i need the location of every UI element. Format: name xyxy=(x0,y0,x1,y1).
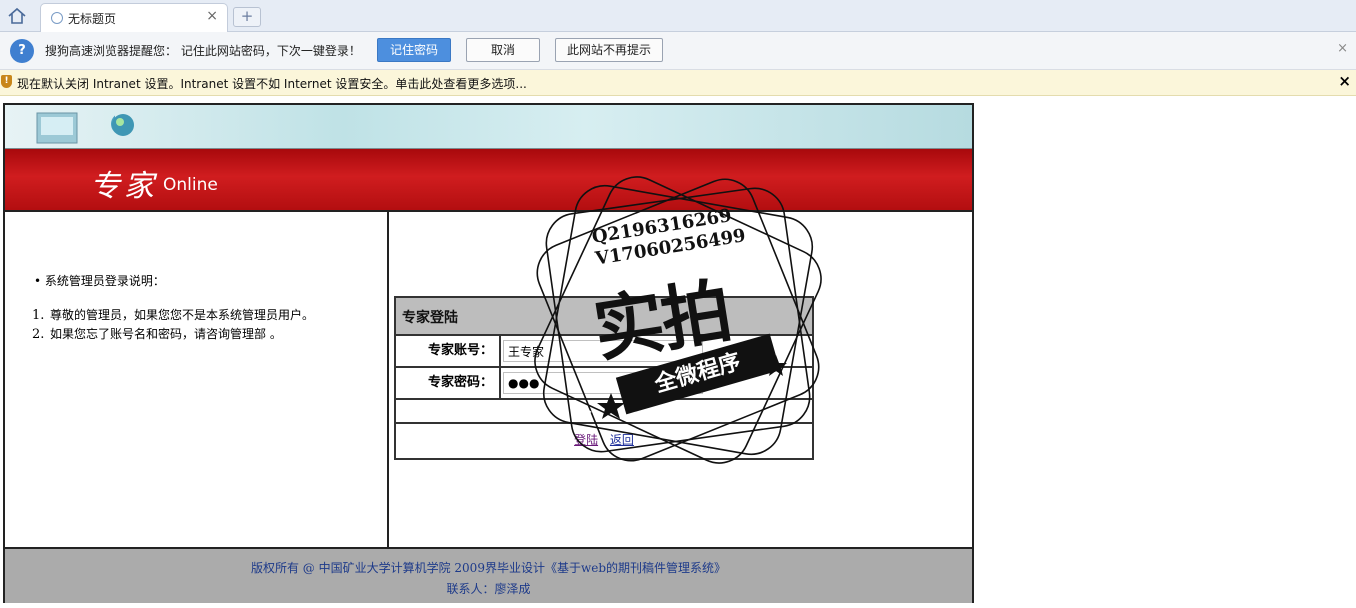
computer-globe-icon xyxy=(36,112,133,144)
never-remind-button[interactable]: 此网站不再提示 xyxy=(555,38,663,62)
login-form: 专家登陆 专家账号： 专家密码： 登陆 返回 xyxy=(394,296,814,460)
login-panel: 专家登陆 专家账号： 专家密码： 登陆 返回 xyxy=(389,212,972,547)
password-row: 专家密码： xyxy=(396,368,812,400)
banner-graphic xyxy=(5,105,972,149)
header-banner: 专家 Online xyxy=(5,149,972,212)
back-link[interactable]: 返回 xyxy=(610,433,634,447)
password-save-bar: ? 搜狗高速浏览器提醒您： 记住此网站密码，下次一键登录！ 记住密码 取消 此网… xyxy=(0,32,1356,70)
shield-icon: ! xyxy=(1,75,12,88)
key-icon: ? xyxy=(10,39,34,63)
info-bar-message[interactable]: 现在默认关闭 Intranet 设置。Intranet 设置不如 Interne… xyxy=(17,75,527,92)
instructions-heading: • 系统管理员登录说明： xyxy=(34,274,165,288)
remember-password-button[interactable]: 记住密码 xyxy=(377,38,451,62)
spacer-row xyxy=(396,400,812,424)
login-header: 专家登陆 xyxy=(396,298,812,336)
instructions-list: 1. 尊敬的管理员，如果您您不是本系统管理员用户。 2. 如果您忘了账号名和密码，请… xyxy=(32,306,314,344)
instructions-panel: • 系统管理员登录说明： 1. 尊敬的管理员，如果您您不是本系统管理员用户。 2.… xyxy=(5,212,389,547)
page-footer: 版权所有 @ 中国矿业大学计算机学院 2009界毕业设计《基于web的期刊稿件管… xyxy=(5,547,972,603)
copyright-text: 版权所有 @ 中国矿业大学计算机学院 2009界毕业设计《基于web的期刊稿件管… xyxy=(250,561,727,575)
password-bar-message: 搜狗高速浏览器提醒您： 记住此网站密码，下次一键登录！ xyxy=(45,44,361,58)
page-frame: 专家 Online • 系统管理员登录说明： 1. 尊敬的管理员，如果您您不是本系… xyxy=(3,103,974,603)
tab-title: 无标题页 xyxy=(68,12,117,26)
account-row: 专家账号： xyxy=(396,336,812,368)
tab-close-icon[interactable]: × xyxy=(206,8,218,24)
cancel-button[interactable]: 取消 xyxy=(466,38,540,62)
password-bar-close-icon[interactable]: × xyxy=(1337,41,1348,56)
list-item: 1. 尊敬的管理员，如果您您不是本系统管理员用户。 xyxy=(32,308,315,323)
contact-text: 联系人：廖泽成 xyxy=(446,582,531,596)
home-icon[interactable] xyxy=(6,6,28,26)
password-label: 专家密码： xyxy=(396,368,501,398)
browser-tab-bar: 无标题页 × + xyxy=(0,0,1356,32)
site-title-cn: 专家 xyxy=(90,169,158,204)
password-input[interactable] xyxy=(503,372,703,394)
login-link[interactable]: 登陆 xyxy=(574,433,598,447)
account-input[interactable] xyxy=(503,340,703,362)
site-title-en: Online xyxy=(163,175,218,195)
login-actions: 登陆 返回 xyxy=(396,424,812,456)
list-item: 2. 如果您忘了账号名和密码，请咨询管理部 。 xyxy=(32,327,282,342)
info-bar-close-icon[interactable]: × xyxy=(1338,72,1351,90)
account-label: 专家账号： xyxy=(396,336,501,366)
new-tab-button[interactable]: + xyxy=(233,7,261,27)
browser-tab[interactable]: 无标题页 × xyxy=(40,3,228,32)
loading-icon xyxy=(51,12,63,24)
globe-icon xyxy=(112,114,134,136)
intranet-info-bar[interactable]: ! 现在默认关闭 Intranet 设置。Intranet 设置不如 Inter… xyxy=(0,70,1356,96)
